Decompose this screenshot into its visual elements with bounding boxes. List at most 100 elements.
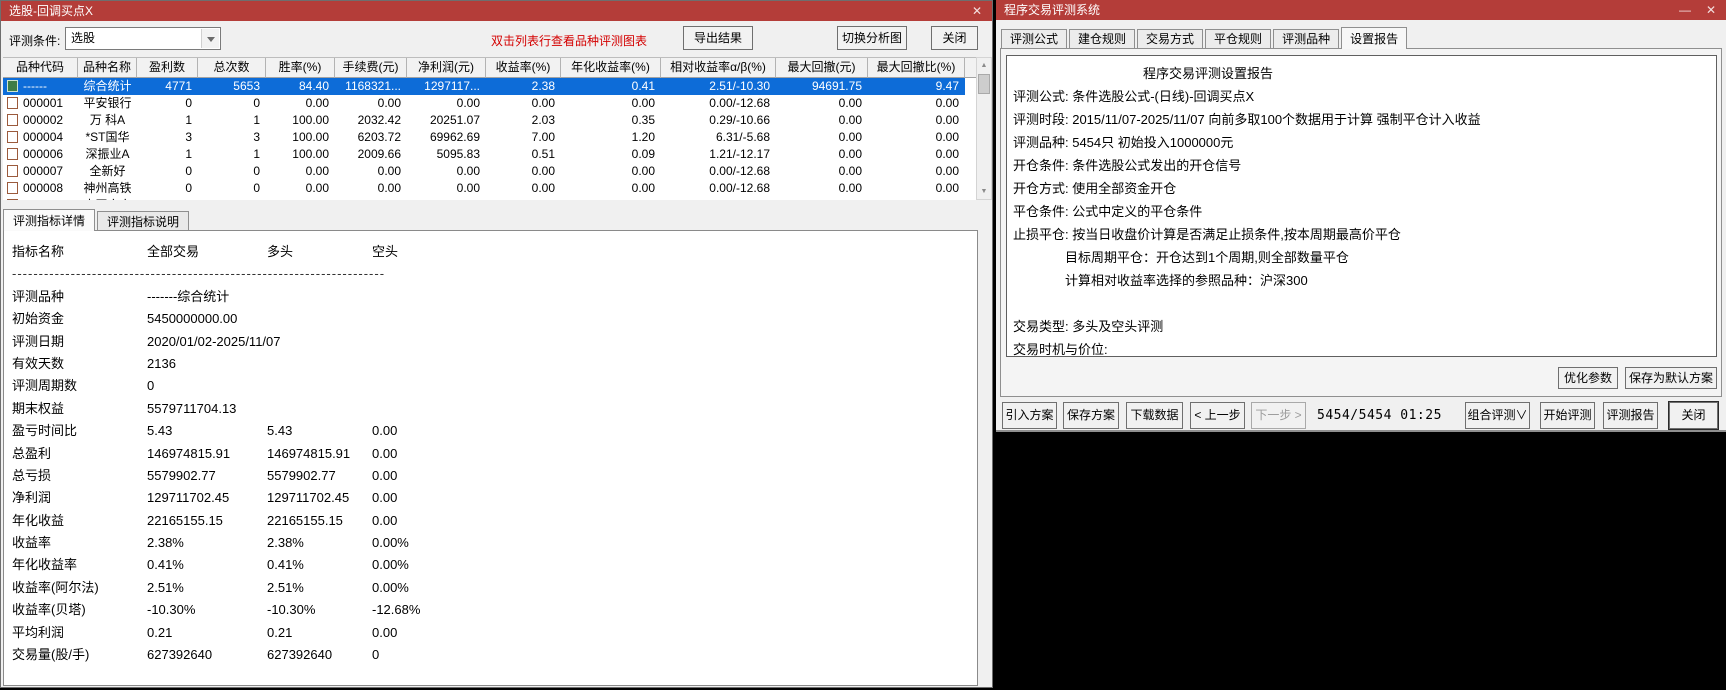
export-results-button[interactable]: 导出结果 xyxy=(683,26,753,50)
metric-all: -10.30% xyxy=(147,602,196,618)
table-row[interactable]: 000009 中国宝安 1 1 100.00 1913.42 21132.73 … xyxy=(3,197,965,200)
header-winrate[interactable]: 胜率(%) xyxy=(266,58,335,78)
header-fee[interactable]: 手续费(元) xyxy=(335,58,407,78)
cell-alpha-beta: 2.51/-10.30 xyxy=(709,79,770,93)
combo-eval-button[interactable]: 组合评测∨ xyxy=(1465,402,1530,429)
cell-code: 000006 xyxy=(23,147,64,161)
tab-eval-symbols[interactable]: 评测品种 xyxy=(1273,29,1340,48)
metric-short xyxy=(372,375,462,397)
cell-total: 0 xyxy=(253,181,260,195)
tab-trade-mode[interactable]: 交易方式 xyxy=(1137,29,1204,48)
close-icon[interactable]: ✕ xyxy=(1702,0,1720,20)
metric-long: 0.41% xyxy=(267,557,304,573)
table-row[interactable]: 000004 *ST国华 3 3 100.00 6203.72 69962.69… xyxy=(3,129,965,146)
metrics-row: 初始资金 5450000000.00 xyxy=(12,308,977,330)
cell-drawdown: 0.00 xyxy=(776,197,868,200)
right-window-title: 程序交易评测系统 xyxy=(1004,3,1101,17)
summary-row[interactable]: ------ 综合统计 4771 5653 84.40 1168321... 1… xyxy=(3,78,965,95)
metric-long: 2.38% xyxy=(267,535,304,551)
header-max-drawdown-pct[interactable]: 最大回撤比(%) xyxy=(868,58,965,78)
next-step-button: 下一步 > xyxy=(1251,402,1306,429)
table-row[interactable]: 000001 平安银行 0 0 0.00 0.00 0.00 0.00 0.00… xyxy=(3,95,965,112)
scroll-up-icon[interactable]: ▲ xyxy=(977,58,991,73)
condition-combo[interactable]: 选股 xyxy=(65,27,221,50)
metric-all: 2136 xyxy=(147,355,176,371)
metric-all: 5579902.77 xyxy=(147,467,216,483)
header-alpha-beta[interactable]: 相对收益率α/β(%) xyxy=(661,58,776,78)
cell-total: 0 xyxy=(253,164,260,178)
tab-eval-formula[interactable]: 评测公式 xyxy=(1001,29,1068,48)
close-icon[interactable]: ✕ xyxy=(968,1,986,21)
cell-winrate: 0.00 xyxy=(305,96,329,110)
table-row[interactable]: 000002 万 科A 1 1 100.00 2032.42 20251.07 … xyxy=(3,112,965,129)
backtest-system-window: 程序交易评测系统 — ✕ 评测公式 建仓规则 交易方式 平仓规则 评测品种 设置… xyxy=(996,0,1726,690)
tab-open-rules[interactable]: 建仓规则 xyxy=(1069,29,1136,48)
tab-metrics-help[interactable]: 评测指标说明 xyxy=(97,211,190,231)
header-wins[interactable]: 盈利数 xyxy=(137,58,198,78)
cell-fee: 0.00 xyxy=(377,164,401,178)
cell-return: 2.38 xyxy=(531,79,555,93)
start-eval-button[interactable]: 开始评测 xyxy=(1540,402,1595,429)
cell-alpha-beta: 1.21/-12.17 xyxy=(709,147,770,161)
tab-settings-report[interactable]: 设置报告 xyxy=(1341,27,1408,49)
cell-name: 神州高铁 xyxy=(83,181,132,195)
cell-drawdown-pct: 0.00 xyxy=(868,197,965,200)
left-close-button[interactable]: 关闭 xyxy=(931,26,978,50)
eval-report-button[interactable]: 评测报告 xyxy=(1603,402,1658,429)
metric-short xyxy=(372,398,462,420)
header-total[interactable]: 总次数 xyxy=(198,58,266,78)
tab-metrics-detail[interactable]: 评测指标详情 xyxy=(3,209,96,231)
right-close-button[interactable]: 关闭 xyxy=(1669,402,1718,429)
save-plan-button[interactable]: 保存方案 xyxy=(1063,402,1119,429)
scroll-down-icon[interactable]: ▼ xyxy=(977,184,991,199)
metrics-row: 平均利润 0.21 0.21 0.00 xyxy=(12,622,977,644)
chevron-down-icon[interactable] xyxy=(201,29,219,48)
metric-short: 0.00% xyxy=(372,579,409,595)
table-scrollbar[interactable]: ▲ ▼ xyxy=(976,57,992,200)
left-titlebar[interactable]: 选股-回调买点X ✕ xyxy=(1,1,992,21)
metrics-row: 评测日期 2020/01/02-2025/11/07 xyxy=(12,331,977,353)
condition-label: 评测条件: xyxy=(9,34,61,48)
metric-short xyxy=(372,353,462,375)
dialog-button-bar: 引入方案 保存方案 下载数据 < 上一步 下一步 > 5454/5454 01:… xyxy=(996,402,1726,432)
cell-annual: 0.00 xyxy=(631,181,655,195)
cell-return: 0.00 xyxy=(531,181,555,195)
cell-wins: 4771 xyxy=(165,79,192,93)
cell-drawdown-pct: 0.00 xyxy=(935,113,959,127)
switch-analysis-chart-button[interactable]: 切换分析图 xyxy=(837,26,907,50)
cell-annual: 0.37 xyxy=(561,197,661,200)
optimize-params-button[interactable]: 优化参数 xyxy=(1558,367,1618,389)
import-plan-button[interactable]: 引入方案 xyxy=(1002,402,1057,429)
report-line: 开仓条件: 条件选股公式发出的开仓信号 xyxy=(1013,158,1242,173)
table-row[interactable]: 000008 神州高铁 0 0 0.00 0.00 0.00 0.00 0.00… xyxy=(3,180,965,197)
header-annual-return[interactable]: 年化收益率(%) xyxy=(561,58,661,78)
metric-short: 0.00 xyxy=(372,423,398,439)
metrics-row: 盈亏时间比 5.43 5.43 0.00 xyxy=(12,420,977,442)
metric-all: 627392640 xyxy=(147,647,213,663)
header-return[interactable]: 收益率(%) xyxy=(486,58,561,78)
cell-total: 5653 xyxy=(233,79,260,93)
table-row[interactable]: 000007 全新好 0 0 0.00 0.00 0.00 0.00 0.00 … xyxy=(3,163,965,180)
download-data-button[interactable]: 下载数据 xyxy=(1126,402,1183,429)
metric-short: 0.00 xyxy=(372,445,398,461)
header-netprofit[interactable]: 净利润(元) xyxy=(407,58,486,78)
cell-return: 0.00 xyxy=(531,96,555,110)
metric-label: 收益率(阿尔法) xyxy=(12,579,99,595)
header-max-drawdown[interactable]: 最大回撤(元) xyxy=(776,58,868,78)
header-code[interactable]: 品种代码 xyxy=(3,58,78,78)
tab-close-rules[interactable]: 平仓规则 xyxy=(1205,29,1272,48)
cell-code: ------ xyxy=(23,79,47,93)
cell-drawdown: 0.00 xyxy=(838,181,862,195)
right-titlebar[interactable]: 程序交易评测系统 — ✕ xyxy=(996,0,1726,20)
cell-netprofit: 1297117... xyxy=(424,79,480,93)
minimize-icon[interactable]: — xyxy=(1676,0,1694,20)
table-row[interactable]: 000006 深振业A 1 1 100.00 2009.66 5095.83 0… xyxy=(3,146,965,163)
scroll-thumb[interactable] xyxy=(978,74,990,94)
cell-alpha-beta: 0.29/-10.66 xyxy=(709,113,770,127)
save-default-button[interactable]: 保存为默认方案 xyxy=(1625,367,1717,389)
metric-label: 收益率 xyxy=(12,535,52,551)
prev-step-button[interactable]: < 上一步 xyxy=(1190,402,1245,429)
header-name[interactable]: 品种名称 xyxy=(78,58,137,78)
settings-report-page: 程序交易评测设置报告 评测公式: 条件选股公式-(日线)-回调买点X 评测时段:… xyxy=(1000,48,1722,397)
metric-long xyxy=(267,308,372,330)
